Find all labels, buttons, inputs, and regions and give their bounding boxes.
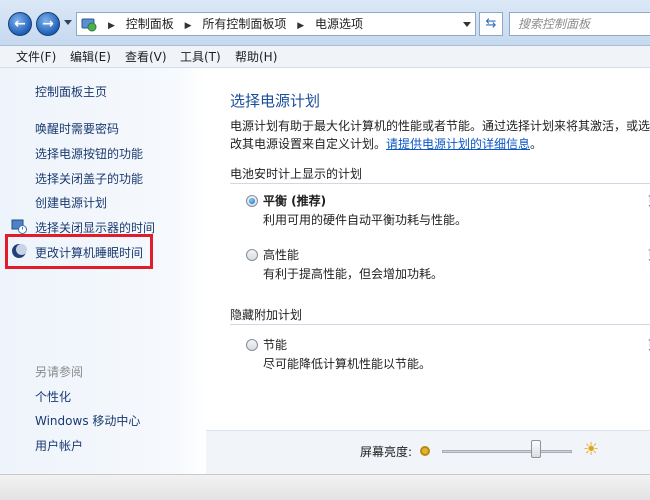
menu-view[interactable]: 查看(V) bbox=[125, 46, 167, 68]
back-button[interactable]: ← bbox=[8, 12, 32, 36]
brightness-slider-track[interactable] bbox=[442, 450, 572, 453]
recent-pages-dropdown[interactable] bbox=[64, 20, 72, 25]
sidebar-item-control-panel-home[interactable]: 控制面板主页 bbox=[35, 83, 107, 100]
see-also-heading: 另请参阅 bbox=[35, 365, 84, 379]
page-description: 电源计划有助于最大化计算机的性能或者节能。通过选择计划来将其激活，或选 改其电源… bbox=[230, 117, 650, 153]
address-dropdown-icon[interactable] bbox=[463, 22, 471, 27]
description-suffix: 。 bbox=[530, 137, 543, 151]
menu-tools[interactable]: 工具(T) bbox=[180, 46, 221, 68]
plan-high-performance-name[interactable]: 高性能 bbox=[263, 246, 299, 263]
menu-edit[interactable]: 编辑(E) bbox=[70, 46, 111, 68]
group-divider bbox=[230, 183, 650, 184]
monitor-clock-icon bbox=[11, 219, 27, 234]
breadcrumb-all-items[interactable]: 所有控制面板项 bbox=[202, 13, 286, 35]
refresh-icon: ⇆ bbox=[485, 16, 497, 31]
breadcrumb-power-options[interactable]: 电源选项 bbox=[315, 13, 363, 35]
brightness-bar: 屏幕亮度: ☀ bbox=[206, 430, 650, 474]
sidebar-item-lid-close[interactable]: 选择关闭盖子的功能 bbox=[35, 170, 143, 187]
breadcrumb: ▶ 控制面板 ▶ 所有控制面板项 ▶ 电源选项 bbox=[101, 13, 363, 35]
breadcrumb-control-panel[interactable]: 控制面板 bbox=[126, 13, 174, 35]
search-input[interactable]: 搜索控制面板 bbox=[509, 12, 650, 36]
breadcrumb-separator-icon: ▶ bbox=[108, 21, 115, 31]
plan-balanced-name[interactable]: 平衡 (推荐) bbox=[263, 192, 326, 209]
description-line-2: 改其电源设置来自定义计划。请提供电源计划的详细信息。 bbox=[230, 135, 650, 153]
address-toolbar: ← → ▶ 控制面板 ▶ 所有控制面板项 ▶ 电源选项 ⇆ 搜索控制面板 bbox=[0, 0, 650, 46]
sidebar-item-create-plan[interactable]: 创建电源计划 bbox=[35, 194, 107, 211]
main-content: 选择电源计划 电源计划有助于最大化计算机的性能或者节能。通过选择计划来将其激活，… bbox=[206, 68, 650, 474]
description-prefix: 改其电源设置来自定义计划。 bbox=[230, 137, 387, 151]
sidebar-item-power-button[interactable]: 选择电源按钮的功能 bbox=[35, 145, 143, 162]
page-title: 选择电源计划 bbox=[230, 92, 321, 110]
plan-balanced-radio[interactable] bbox=[246, 195, 258, 207]
sidebar-item-user-accounts[interactable]: 用户帐户 bbox=[35, 437, 83, 454]
brightness-slider-thumb[interactable] bbox=[530, 440, 541, 458]
highlight-box bbox=[5, 234, 153, 269]
brightness-label: 屏幕亮度: bbox=[360, 445, 413, 459]
plan-details-link[interactable]: 请提供电源计划的详细信息 bbox=[386, 137, 530, 151]
left-nav-pane: 控制面板主页 唤醒时需要密码 选择电源按钮的功能 选择关闭盖子的功能 创建电源计… bbox=[0, 68, 206, 474]
forward-button[interactable]: → bbox=[36, 12, 60, 36]
sidebar-item-personalize[interactable]: 个性化 bbox=[35, 388, 71, 405]
description-line-1: 电源计划有助于最大化计算机的性能或者节能。通过选择计划来将其激活，或选 bbox=[230, 119, 650, 133]
plan-high-performance-radio[interactable] bbox=[246, 249, 258, 261]
hidden-plans-group-label[interactable]: 隐藏附加计划 bbox=[230, 306, 302, 323]
status-bar bbox=[0, 474, 650, 500]
dim-sun-icon bbox=[420, 446, 430, 456]
plan-power-saver-radio[interactable] bbox=[246, 339, 258, 351]
bright-sun-icon: ☀ bbox=[583, 439, 600, 460]
sidebar-item-wake-password[interactable]: 唤醒时需要密码 bbox=[35, 120, 119, 137]
menu-file[interactable]: 文件(F) bbox=[16, 46, 56, 68]
menu-bar: 文件(F) 编辑(E) 查看(V) 工具(T) 帮助(H) bbox=[0, 46, 650, 68]
control-panel-icon bbox=[81, 18, 97, 32]
refresh-button[interactable]: ⇆ bbox=[479, 12, 503, 36]
plan-power-saver-name[interactable]: 节能 bbox=[263, 336, 287, 353]
battery-meter-group-label: 电池安时计上显示的计划 bbox=[230, 167, 363, 181]
menu-help[interactable]: 帮助(H) bbox=[235, 46, 277, 68]
group-divider bbox=[230, 324, 650, 325]
sidebar-item-mobility-center[interactable]: Windows 移动中心 bbox=[35, 412, 140, 429]
breadcrumb-separator-icon[interactable]: ▶ bbox=[185, 15, 192, 37]
plan-high-performance-desc: 有利于提高性能，但会增加功耗。 bbox=[263, 267, 444, 281]
breadcrumb-separator-icon[interactable]: ▶ bbox=[297, 15, 304, 37]
plan-balanced-desc: 利用可用的硬件自动平衡功耗与性能。 bbox=[263, 213, 468, 227]
address-bar[interactable]: ▶ 控制面板 ▶ 所有控制面板项 ▶ 电源选项 bbox=[76, 12, 476, 36]
plan-power-saver-desc: 尽可能降低计算机性能以节能。 bbox=[263, 357, 432, 371]
